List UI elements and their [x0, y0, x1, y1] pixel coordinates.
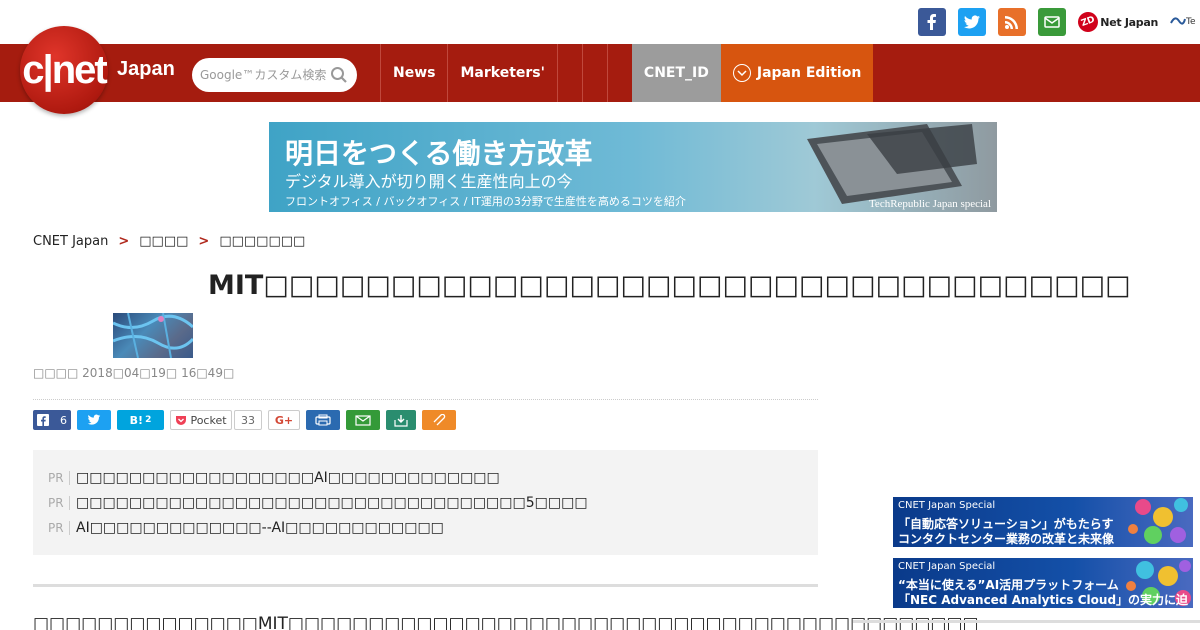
nav-item-blank-1[interactable]	[556, 44, 582, 102]
banner-sponsor: TechRepublic Japan special	[868, 198, 991, 210]
zdnet-logo-text: Net Japan	[1100, 15, 1158, 29]
banner-tagline: フロントオフィス / バックオフィス / IT運用の3分野で生産性を高めるコツを…	[285, 195, 686, 208]
pr-link-text: □□□□□□□□□□□□□□□□□□AI□□□□□□□□□□□□□	[76, 469, 500, 486]
save-button[interactable]	[386, 410, 416, 430]
chevron-down-icon	[732, 64, 751, 82]
pr-link-text: □□□□□□□□□□□□□□□□□□□□□□□□□□□□□□□□□□5□□□□	[76, 494, 588, 511]
search-icon[interactable]	[330, 66, 348, 84]
breadcrumb-section[interactable]: □□□□	[139, 234, 188, 249]
pr-tag: PR	[48, 520, 70, 535]
cnet-logo-japan[interactable]: Japan	[117, 58, 175, 81]
sidebar-divider	[853, 620, 1200, 623]
pr-link[interactable]: PR □□□□□□□□□□□□□□□□□□AI□□□□□□□□□□□□□	[48, 465, 803, 490]
hatena-bookmark-button[interactable]: B! 2	[117, 410, 164, 430]
zdnet-badge: ZD	[1075, 9, 1102, 35]
sidebar-ad-line2: 「NEC Advanced Analytics Cloud」の実力に迫る	[898, 593, 1189, 607]
clip-button[interactable]	[422, 410, 456, 430]
pr-link[interactable]: PR □□□□□□□□□□□□□□□□□□□□□□□□□□□□□□□□□□5□□…	[48, 490, 803, 515]
section-divider	[33, 584, 818, 587]
twitter-icon[interactable]	[958, 8, 987, 36]
hatena-label: B!	[129, 413, 144, 427]
pr-tag: PR	[48, 495, 70, 510]
laptop-illustration	[807, 124, 977, 204]
nav-item-blank-2[interactable]	[581, 44, 607, 102]
mail-icon[interactable]	[1038, 8, 1067, 36]
cnet-logo-text: c|net	[22, 47, 107, 92]
pr-link-text: AI□□□□□□□□□□□□□--AI□□□□□□□□□□□□	[76, 519, 444, 536]
twitter-icon	[87, 414, 101, 425]
nav-cnet-id[interactable]: CNET_ID	[631, 44, 721, 102]
share-bar: 6 B! 2 Pocket 33 G+	[33, 410, 456, 430]
pr-links-box: PR □□□□□□□□□□□□□□□□□□AI□□□□□□□□□□□□□ PR …	[33, 450, 818, 555]
facebook-icon[interactable]	[918, 8, 947, 36]
pocket-icon	[176, 415, 187, 425]
techrepublic-logo[interactable]: Te	[1170, 15, 1200, 29]
breadcrumb-separator: >	[198, 234, 210, 249]
breadcrumb: CNET Japan > □□□□ > □□□□□□□	[33, 234, 305, 249]
techrepublic-logo-text: Te	[1186, 17, 1196, 27]
zdnet-japan-logo[interactable]: ZD Net Japan	[1075, 9, 1158, 35]
sidebar-ad-contact-center[interactable]: CNET Japan Special 「自動応答ソリューション」がもたらす コン…	[893, 497, 1193, 547]
search-input[interactable]	[200, 68, 330, 82]
cnet-logo[interactable]: c|net	[20, 26, 108, 114]
divider	[33, 399, 818, 400]
nav-japan-edition[interactable]: Japan Edition	[720, 44, 874, 102]
print-button[interactable]	[306, 410, 340, 430]
google-plus-button[interactable]: G+	[268, 410, 300, 430]
workstyle-banner-ad[interactable]: 明日をつくる働き方改革 デジタル導入が切り開く生産性向上の今 フロントオフィス …	[269, 122, 997, 212]
mail-icon	[355, 414, 371, 426]
twitter-share-button[interactable]	[77, 410, 111, 430]
banner-headline: 明日をつくる働き方改革	[285, 137, 593, 170]
pocket-button[interactable]: Pocket	[170, 410, 232, 430]
sidebar-ad-nec-analytics[interactable]: CNET Japan Special “本当に使える”AI活用プラットフォーム …	[893, 558, 1193, 608]
breadcrumb-category[interactable]: □□□□□□□	[219, 234, 305, 249]
social-strip: ZD Net Japan Te	[918, 7, 1200, 37]
edition-label: Japan Edition	[756, 65, 862, 81]
nav-news[interactable]: News	[380, 44, 447, 102]
email-share-button[interactable]	[346, 410, 380, 430]
banner-subheadline: デジタル導入が切り開く生産性向上の今	[285, 172, 573, 191]
download-icon	[394, 414, 408, 427]
techrepublic-icon	[1170, 17, 1186, 25]
article-body: □□□□□□□□□□□□□□MIT□□□□□□□□□□□□□□□□□□□□□□□…	[33, 614, 979, 630]
sidebar-ad-label: CNET Japan Special	[898, 561, 996, 572]
nav-item-blank-3[interactable]	[606, 44, 632, 102]
publish-date: □□□□ 2018□04□19□ 16□49□	[33, 366, 235, 380]
pr-link[interactable]: PR AI□□□□□□□□□□□□□--AI□□□□□□□□□□□□	[48, 515, 803, 540]
article-thumbnail[interactable]	[113, 313, 193, 358]
sidebar-ad-label: CNET Japan Special	[898, 500, 996, 511]
facebook-share-button[interactable]: 6	[33, 410, 71, 430]
print-icon	[315, 414, 331, 426]
rss-icon[interactable]	[998, 8, 1027, 36]
search-box	[192, 58, 357, 92]
pocket-count: 33	[234, 410, 262, 430]
facebook-icon	[37, 414, 49, 426]
map-thumbnail-image	[113, 313, 193, 358]
sidebar-ad-line2: コンタクトセンター業務の改革と未来像	[898, 532, 1115, 546]
paperclip-icon	[433, 414, 446, 426]
pocket-label: Pocket	[190, 413, 227, 427]
pr-tag: PR	[48, 470, 70, 485]
article-title: MIT□□□□□□□□□□□□□□□□□□□□□□□□□□□□□□□□□□	[208, 270, 1131, 301]
nav-marketers[interactable]: Marketers'	[447, 44, 556, 102]
breadcrumb-separator: >	[118, 234, 130, 249]
breadcrumb-home[interactable]: CNET Japan	[33, 234, 108, 249]
facebook-share-count: 6	[60, 413, 67, 427]
decorative-bubbles	[1128, 498, 1188, 544]
main-nav: News Marketers' CNET_ID Japan Edition	[380, 44, 874, 102]
hatena-count: 2	[145, 415, 152, 425]
